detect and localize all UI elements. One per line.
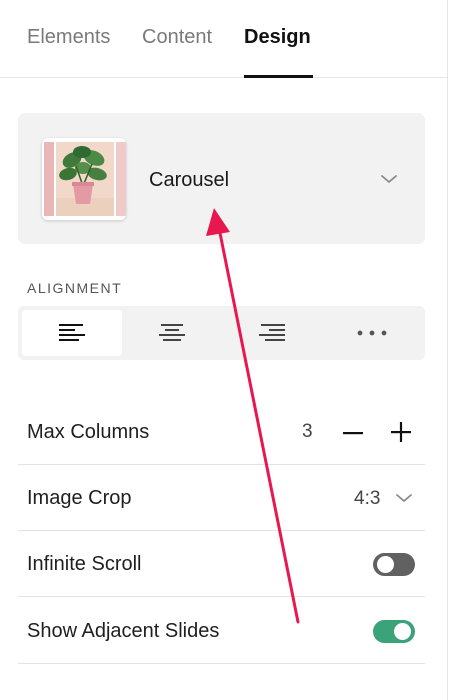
tab-elements[interactable]: Elements (27, 26, 110, 49)
layout-selector[interactable]: Carousel (18, 113, 425, 244)
tab-design[interactable]: Design (244, 26, 311, 49)
toggle-knob (394, 623, 411, 640)
alignment-control (18, 306, 425, 360)
layout-name: Carousel (149, 169, 230, 191)
max-columns-row: Max Columns 3 (18, 399, 425, 465)
show-adjacent-slides-row: Show Adjacent Slides (18, 598, 425, 664)
align-right-icon (259, 324, 285, 341)
infinite-scroll-label: Infinite Scroll (27, 553, 142, 575)
align-center-icon (159, 324, 185, 341)
infinite-scroll-row: Infinite Scroll (18, 531, 425, 597)
design-panel: Elements Content Design Carousel ALIGNME… (0, 0, 448, 700)
minus-icon[interactable] (341, 421, 365, 445)
max-columns-label: Max Columns (27, 421, 150, 443)
tab-content[interactable]: Content (142, 26, 212, 49)
chevron-down-icon (381, 175, 397, 183)
align-right-button[interactable] (222, 310, 322, 356)
max-columns-value: 3 (302, 421, 313, 442)
more-icon (357, 330, 387, 336)
tab-bar: Elements Content Design (0, 0, 448, 78)
more-options-button[interactable] (322, 310, 422, 356)
chevron-down-icon[interactable] (395, 492, 413, 504)
infinite-scroll-toggle[interactable] (373, 553, 415, 576)
toggle-knob (377, 556, 394, 573)
image-crop-value: 4:3 (354, 488, 381, 509)
image-crop-label: Image Crop (27, 487, 132, 509)
show-adjacent-slides-toggle[interactable] (373, 620, 415, 643)
align-left-icon (59, 324, 85, 341)
alignment-label: ALIGNMENT (27, 280, 123, 296)
show-adjacent-slides-label: Show Adjacent Slides (27, 620, 220, 642)
active-tab-indicator (244, 75, 313, 78)
align-left-button[interactable] (22, 310, 122, 356)
plant-image-icon (42, 138, 126, 220)
plus-icon[interactable] (389, 420, 413, 444)
image-crop-row[interactable]: Image Crop 4:3 (18, 465, 425, 531)
align-center-button[interactable] (122, 310, 222, 356)
